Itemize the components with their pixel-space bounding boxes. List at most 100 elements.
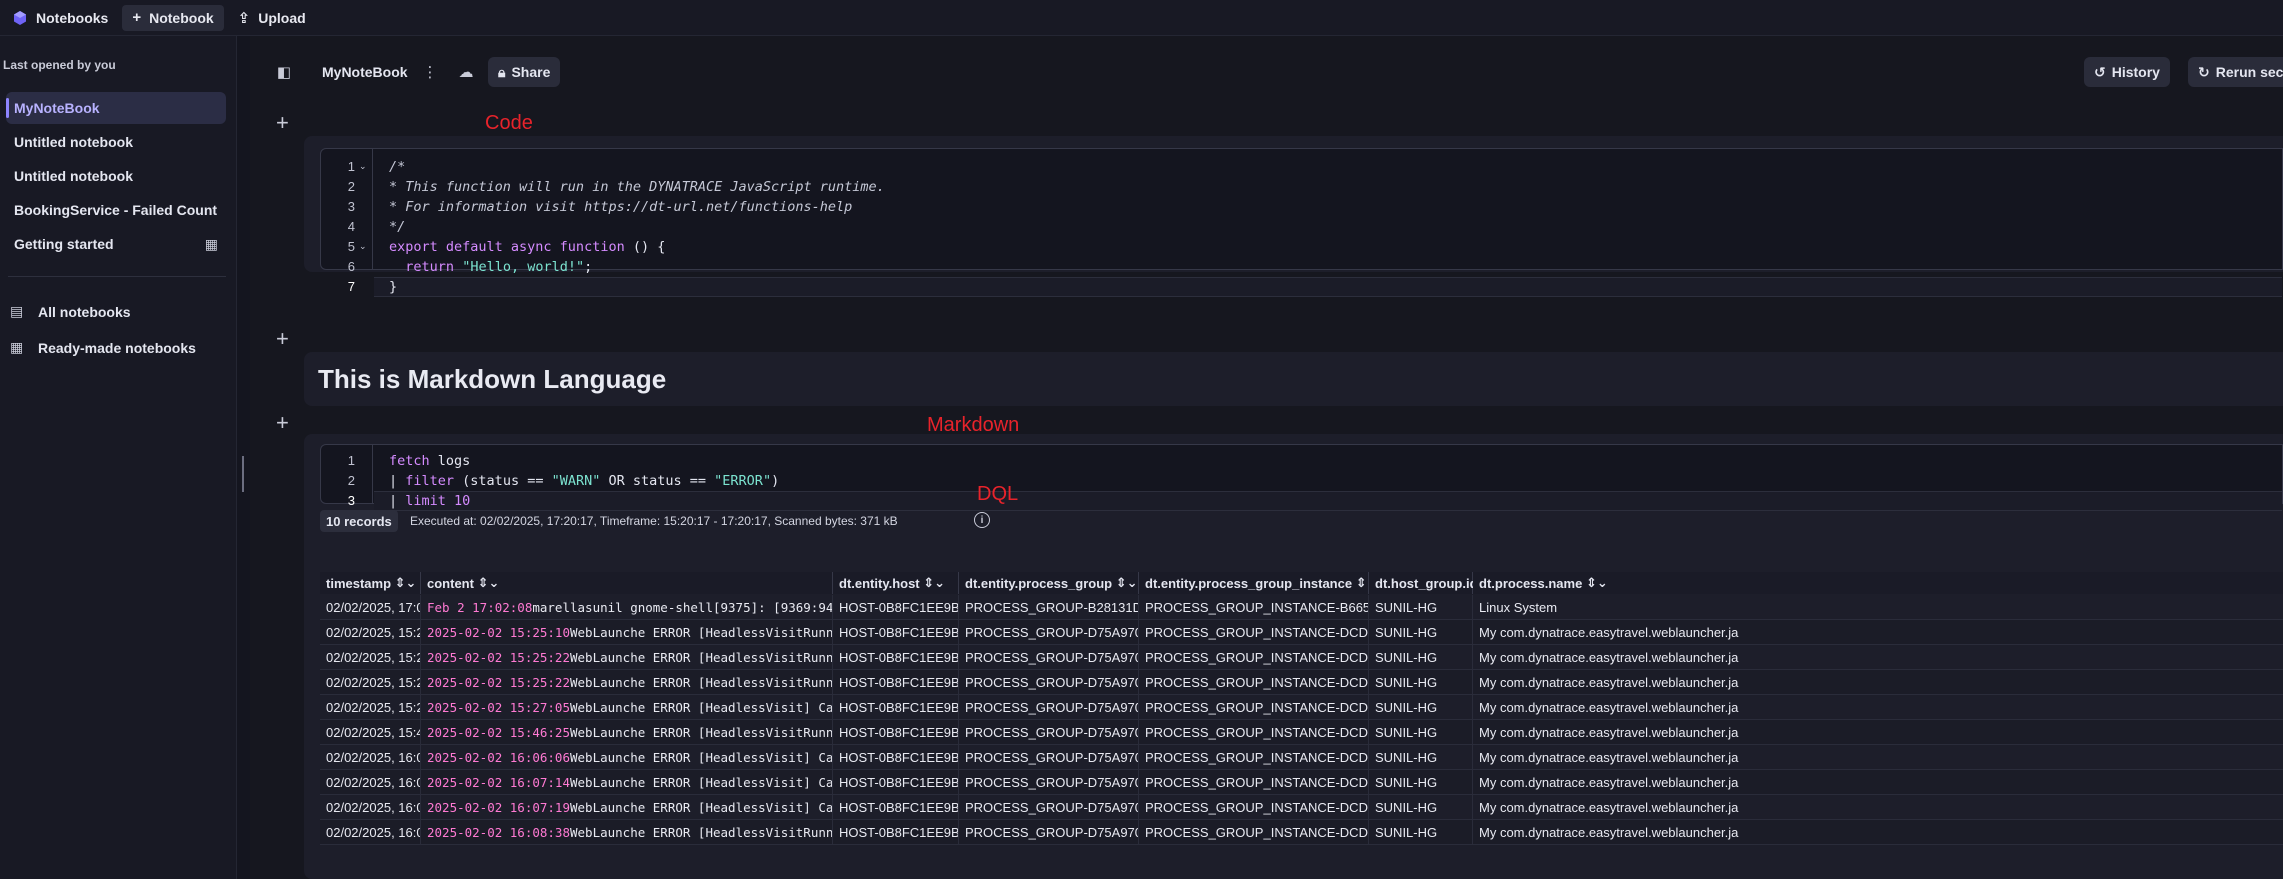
sidebar-resize-handle[interactable] xyxy=(242,456,244,492)
cell-host-group: SUNIL-HG xyxy=(1369,645,1473,670)
more-options-icon[interactable]: ⋮ xyxy=(418,60,442,84)
share-button[interactable]: 🔒︎ Share xyxy=(488,57,561,87)
table-row[interactable]: 02/02/2025, 15:27:052025-02-02 15:27:05 … xyxy=(320,695,2283,720)
rerun-label: Rerun sec xyxy=(2215,64,2283,80)
column-header-label: dt.host_group.id xyxy=(1375,575,1478,591)
column-header-host[interactable]: dt.entity.host ⇕⌄ xyxy=(833,572,959,594)
cell-process-group-instance: PROCESS_GROUP_INSTANCE-DCD556E5E314BFD4 xyxy=(1139,695,1369,720)
cell-host-group: SUNIL-HG xyxy=(1369,795,1473,820)
cell-host: HOST-0B8FC1EE9B4E9FBE xyxy=(833,620,959,645)
cell-content: 2025-02-02 16:07:14 WebLaunche ERROR [He… xyxy=(421,770,833,795)
ready-made-notebooks-link[interactable]: ▦ Ready-made notebooks xyxy=(10,339,196,356)
table-row[interactable]: 02/02/2025, 16:07:192025-02-02 16:07:19 … xyxy=(320,795,2283,820)
log-timestamp: 2025-02-02 16:06:06 xyxy=(427,750,570,765)
code-editor[interactable]: 1 ⌄ 2 3 4 5 ⌄ 6 7 /* * This function wil… xyxy=(320,148,2283,297)
markdown-section[interactable]: This is Markdown Language xyxy=(304,352,2283,406)
results-meta: 10 records Executed at: 02/02/2025, 17:2… xyxy=(320,510,1320,532)
code-section[interactable]: 1 ⌄ 2 3 4 5 ⌄ 6 7 /* * This function wil… xyxy=(304,136,2283,297)
cell-timestamp: 02/02/2025, 15:27:05 xyxy=(320,695,421,720)
history-button[interactable]: ↺ History xyxy=(2084,57,2170,87)
line-number: 3 xyxy=(347,199,355,214)
cell-process-group: PROCESS_GROUP-D75A970B785A206A xyxy=(959,645,1139,670)
sidebar-heading: Last opened by you xyxy=(3,58,116,72)
cell-timestamp: 02/02/2025, 15:25:22 xyxy=(320,670,421,695)
sidebar-item-mynotebook[interactable]: MyNoteBook xyxy=(6,92,226,124)
sidebar-item-label: Untitled notebook xyxy=(14,168,133,184)
table-row[interactable]: 02/02/2025, 15:25:222025-02-02 15:25:22 … xyxy=(320,670,2283,695)
line-number: 1 xyxy=(347,453,355,468)
dynatrace-logo-icon xyxy=(14,10,26,25)
cell-host: HOST-0B8FC1EE9B4E9FBE xyxy=(833,720,959,745)
execution-info: Executed at: 02/02/2025, 17:20:17, Timef… xyxy=(410,514,898,528)
table-row[interactable]: 02/02/2025, 15:25:222025-02-02 15:25:22 … xyxy=(320,645,2283,670)
sidebar-item-untitled-1[interactable]: Untitled notebook xyxy=(6,126,226,158)
line-number: 1 xyxy=(347,159,355,174)
cell-content: Feb 2 17:02:08 marellasunil gnome-shell[… xyxy=(421,595,833,620)
add-section-button[interactable]: + xyxy=(276,328,289,350)
sort-icon: ⇕⌄ xyxy=(477,575,500,590)
dql-editor[interactable]: 1 2 3 fetch logs | filter (status == "WA… xyxy=(320,444,2283,511)
notebook-title[interactable]: MyNoteBook xyxy=(322,64,408,80)
notebooks-icon: ▤ xyxy=(10,303,24,319)
table-row[interactable]: 02/02/2025, 15:25:102025-02-02 15:25:10 … xyxy=(320,620,2283,645)
app-name: Notebooks xyxy=(36,9,109,26)
top-bar: Notebooks + Notebook ⇪ Upload xyxy=(0,0,2283,36)
upload-button[interactable]: ⇪ Upload xyxy=(228,5,316,31)
ready-made-icon: ▦ xyxy=(204,235,218,252)
cell-timestamp: 02/02/2025, 16:07:14 xyxy=(320,770,421,795)
cell-host: HOST-0B8FC1EE9B4E9FBE xyxy=(833,695,959,720)
add-section-button[interactable]: + xyxy=(276,412,289,434)
column-header-process-group[interactable]: dt.entity.process_group ⇕⌄ xyxy=(959,572,1139,594)
log-message: WebLaunche ERROR [HeadlessVisitRunnable]… xyxy=(570,725,833,740)
table-row[interactable]: 02/02/2025, 16:06:062025-02-02 16:06:06 … xyxy=(320,745,2283,770)
line-number: 3 xyxy=(347,493,355,508)
sidebar-divider xyxy=(8,276,226,277)
notebooks-app-button[interactable]: Notebooks xyxy=(2,5,118,31)
column-header-label: dt.entity.process_group_instance xyxy=(1145,575,1353,591)
cell-process-group: PROCESS_GROUP-B28131DF656DABC0 xyxy=(959,595,1139,620)
table-row[interactable]: 02/02/2025, 17:02:08Feb 2 17:02:08 marel… xyxy=(320,595,2283,620)
cell-host-group: SUNIL-HG xyxy=(1369,720,1473,745)
line-number: 2 xyxy=(347,473,355,488)
column-header-process-name[interactable]: dt.process.name ⇕⌄ xyxy=(1473,572,2283,594)
cell-process-group: PROCESS_GROUP-D75A970B785A206A xyxy=(959,770,1139,795)
share-label: Share xyxy=(511,64,551,80)
add-section-button[interactable]: + xyxy=(276,112,289,134)
info-icon[interactable]: i xyxy=(974,512,990,528)
cell-host-group: SUNIL-HG xyxy=(1369,745,1473,770)
toggle-sidebar-icon[interactable]: ◧ xyxy=(272,60,296,84)
sort-icon: ⇕⌄ xyxy=(1115,575,1138,590)
cell-process-name: Linux System xyxy=(1479,600,1558,615)
cloud-sync-icon[interactable]: ☁ xyxy=(454,60,478,84)
current-line-highlight xyxy=(374,277,2282,297)
rerun-icon: ↻ xyxy=(2198,63,2210,80)
table-row[interactable]: 02/02/2025, 16:08:382025-02-02 16:08:38 … xyxy=(320,820,2283,845)
cell-process-group: PROCESS_GROUP-D75A970B785A206A xyxy=(959,745,1139,770)
log-message: WebLaunche ERROR [HeadlessVisitRunnable]… xyxy=(570,825,833,840)
cell-process-name: My com.dynatrace.easytravel.weblauncher.… xyxy=(1479,700,1739,715)
code-line: return "Hello, world!"; xyxy=(405,259,593,275)
records-count-badge: 10 records xyxy=(320,510,398,532)
table-row[interactable]: 02/02/2025, 15:46:252025-02-02 15:46:25 … xyxy=(320,720,2283,745)
column-header-content[interactable]: content ⇕⌄ xyxy=(421,572,833,594)
new-notebook-button[interactable]: + Notebook xyxy=(122,4,224,31)
sidebar-item-getting-started[interactable]: Getting started ▦ xyxy=(6,228,226,260)
cell-content: 2025-02-02 15:46:25 WebLaunche ERROR [He… xyxy=(421,720,833,745)
column-header-host-group[interactable]: dt.host_group.id ⇕⌄ xyxy=(1369,572,1503,594)
cell-process-group-instance: PROCESS_GROUP_INSTANCE-DCD556E5E314BFD4 xyxy=(1139,770,1369,795)
column-header-process-group-instance[interactable]: dt.entity.process_group_instance ⇕⌄ xyxy=(1139,572,1378,594)
cell-content: 2025-02-02 15:25:22 WebLaunche ERROR [He… xyxy=(421,645,833,670)
sidebar-item-bookingservice[interactable]: BookingService - Failed Count xyxy=(6,194,226,226)
table-row[interactable]: 02/02/2025, 16:07:142025-02-02 16:07:14 … xyxy=(320,770,2283,795)
fold-chevron-icon[interactable]: ⌄ xyxy=(359,241,367,252)
cell-timestamp: 02/02/2025, 16:08:38 xyxy=(320,820,421,845)
fold-chevron-icon[interactable]: ⌄ xyxy=(359,161,367,172)
sidebar-item-label: MyNoteBook xyxy=(14,100,100,116)
rerun-sections-button[interactable]: ↻ Rerun sec xyxy=(2188,57,2283,87)
sidebar-item-untitled-2[interactable]: Untitled notebook xyxy=(6,160,226,192)
markdown-heading: This is Markdown Language xyxy=(318,364,667,394)
cell-process-group: PROCESS_GROUP-D75A970B785A206A xyxy=(959,820,1139,845)
all-notebooks-link[interactable]: ▤ All notebooks xyxy=(10,303,131,320)
current-line-highlight xyxy=(374,491,2282,511)
column-header-timestamp[interactable]: timestamp ⇕⌄ xyxy=(320,572,421,594)
